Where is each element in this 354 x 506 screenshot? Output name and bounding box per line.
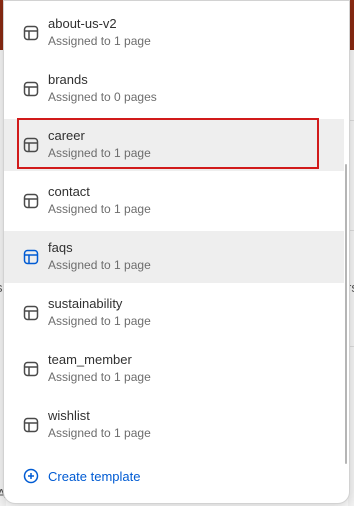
template-layout-icon	[23, 249, 39, 265]
template-name: wishlist	[48, 408, 90, 423]
popover-scrollbar[interactable]	[345, 164, 347, 464]
template-option-faqs[interactable]: faqs Assigned to 1 page	[4, 231, 344, 283]
template-name: sustainability	[48, 296, 123, 311]
create-template-label: Create template	[48, 469, 141, 484]
template-layout-icon	[23, 137, 39, 153]
template-layout-icon	[23, 193, 39, 209]
template-name: contact	[48, 184, 90, 199]
template-assignment-count: Assigned to 1 page	[48, 426, 151, 440]
template-assignment-count: Assigned to 1 page	[48, 146, 151, 160]
template-layout-icon	[23, 81, 39, 97]
template-layout-icon	[23, 25, 39, 41]
template-layout-icon	[23, 305, 39, 321]
template-name: brands	[48, 72, 88, 87]
template-picker-popover: about-us-v2 Assigned to 1 page brands As…	[3, 0, 350, 504]
template-assignment-count: Assigned to 1 page	[48, 258, 151, 272]
template-option-sustainability[interactable]: sustainability Assigned to 1 page	[4, 287, 344, 339]
template-name: about-us-v2	[48, 16, 117, 31]
template-option-team-member[interactable]: team_member Assigned to 1 page	[4, 343, 344, 395]
template-layout-icon	[23, 361, 39, 377]
template-name: career	[48, 128, 85, 143]
template-option-about-us-v2[interactable]: about-us-v2 Assigned to 1 page	[4, 7, 344, 59]
template-option-career[interactable]: career Assigned to 1 page	[4, 119, 344, 171]
template-layout-icon	[23, 417, 39, 433]
template-option-wishlist[interactable]: wishlist Assigned to 1 page	[4, 399, 344, 451]
template-assignment-count: Assigned to 1 page	[48, 202, 151, 216]
template-assignment-count: Assigned to 1 page	[48, 34, 151, 48]
create-template-button[interactable]: Create template	[4, 457, 344, 495]
template-name: team_member	[48, 352, 132, 367]
template-option-contact[interactable]: contact Assigned to 1 page	[4, 175, 344, 227]
plus-circle-icon	[23, 468, 39, 484]
template-assignment-count: Assigned to 1 page	[48, 314, 151, 328]
template-option-brands[interactable]: brands Assigned to 0 pages	[4, 63, 344, 115]
template-assignment-count: Assigned to 1 page	[48, 370, 151, 384]
template-assignment-count: Assigned to 0 pages	[48, 90, 157, 104]
template-name: faqs	[48, 240, 73, 255]
